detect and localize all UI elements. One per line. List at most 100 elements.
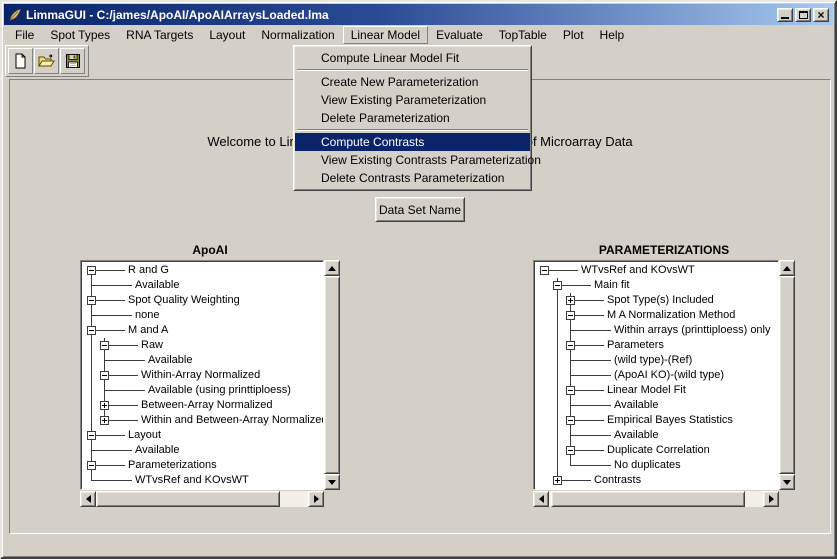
horizontal-scroll-thumb[interactable] bbox=[551, 491, 745, 507]
menu-item-delete-contrasts-parameterization[interactable]: Delete Contrasts Parameterization bbox=[295, 169, 530, 187]
tree-item[interactable]: M A Normalization Method bbox=[534, 308, 778, 323]
tree-item[interactable]: WTvsRef and KOvsWT bbox=[534, 263, 778, 278]
tree-line bbox=[570, 435, 611, 436]
tree-item[interactable]: Linear Model Fit bbox=[534, 383, 778, 398]
menu-item-view-existing-parameterization[interactable]: View Existing Parameterization bbox=[295, 91, 530, 109]
tree-item[interactable]: Available bbox=[534, 398, 778, 413]
tree-item[interactable]: Contrasts bbox=[534, 473, 778, 488]
maximize-button[interactable] bbox=[795, 8, 811, 22]
tree-item-label: Available (using printtiploess) bbox=[148, 384, 291, 396]
tree-item[interactable]: Duplicate Correlation bbox=[534, 443, 778, 458]
tree-item[interactable]: Within arrays (printtiploess) only bbox=[534, 323, 778, 338]
tree-item[interactable]: Within-Array Normalized bbox=[81, 368, 323, 383]
tree-item[interactable]: Layout bbox=[81, 428, 323, 443]
scroll-right-button[interactable] bbox=[308, 491, 324, 507]
close-icon: × bbox=[817, 10, 824, 20]
tree-item[interactable]: Available bbox=[534, 428, 778, 443]
menubar-item-file[interactable]: File bbox=[7, 26, 42, 44]
menubar-item-normalization[interactable]: Normalization bbox=[253, 26, 342, 44]
menubar-item-evaluate[interactable]: Evaluate bbox=[428, 26, 491, 44]
apoai-tree-title: ApoAI bbox=[80, 243, 340, 258]
collapse-toggle-icon[interactable] bbox=[566, 386, 575, 395]
collapse-toggle-icon[interactable] bbox=[566, 416, 575, 425]
collapse-toggle-icon[interactable] bbox=[87, 296, 96, 305]
tree-item[interactable]: Raw bbox=[81, 338, 323, 353]
vertical-scrollbar[interactable] bbox=[324, 260, 340, 490]
tree-item[interactable]: R and G bbox=[81, 263, 323, 278]
collapse-toggle-icon[interactable] bbox=[87, 431, 96, 440]
tree-item[interactable]: Available bbox=[81, 353, 323, 368]
tree-item[interactable]: Spot Quality Weighting bbox=[81, 293, 323, 308]
tree-line bbox=[91, 435, 125, 436]
tree-line bbox=[557, 383, 558, 398]
menubar-item-toptable[interactable]: TopTable bbox=[491, 26, 555, 44]
collapse-toggle-icon[interactable] bbox=[87, 461, 96, 470]
menubar-item-linear-model[interactable]: Linear Model bbox=[343, 26, 428, 44]
save-file-button[interactable] bbox=[60, 48, 85, 74]
scroll-left-button[interactable] bbox=[533, 491, 549, 507]
tree-canvas[interactable]: WTvsRef and KOvsWTMain fitSpot Type(s) I… bbox=[533, 260, 779, 490]
menu-item-compute-linear-model-fit[interactable]: Compute Linear Model Fit bbox=[295, 49, 530, 67]
collapse-toggle-icon[interactable] bbox=[566, 341, 575, 350]
tree-item[interactable]: Empirical Bayes Statistics bbox=[534, 413, 778, 428]
expand-toggle-icon[interactable] bbox=[553, 476, 562, 485]
menubar-item-layout[interactable]: Layout bbox=[201, 26, 253, 44]
tree-item[interactable]: WTvsRef and KOvsWT bbox=[81, 473, 323, 488]
menubar-item-rna-targets[interactable]: RNA Targets bbox=[118, 26, 201, 44]
tree-item[interactable]: Available (using printtiploess) bbox=[81, 383, 323, 398]
tree-item[interactable]: No duplicates bbox=[534, 458, 778, 473]
scroll-down-button[interactable] bbox=[324, 474, 340, 490]
tree-item[interactable]: (wild type)-(Ref) bbox=[534, 353, 778, 368]
tree-canvas[interactable]: R and GAvailableSpot Quality Weightingno… bbox=[80, 260, 324, 490]
tree-item[interactable]: Spot Type(s) Included bbox=[534, 293, 778, 308]
scroll-up-button[interactable] bbox=[779, 260, 795, 276]
expand-toggle-icon[interactable] bbox=[100, 401, 109, 410]
menu-item-view-existing-contrasts-parameterization[interactable]: View Existing Contrasts Parameterization bbox=[295, 151, 530, 169]
new-file-button[interactable] bbox=[8, 48, 33, 74]
tree-item[interactable]: Main fit bbox=[534, 278, 778, 293]
collapse-toggle-icon[interactable] bbox=[87, 266, 96, 275]
horizontal-scrollbar[interactable] bbox=[533, 491, 779, 507]
scroll-down-button[interactable] bbox=[779, 474, 795, 490]
tree-item[interactable]: M and A bbox=[81, 323, 323, 338]
vertical-scroll-thumb[interactable] bbox=[779, 276, 795, 474]
tree-item[interactable]: (ApoAI KO)-(wild type) bbox=[534, 368, 778, 383]
tree-item[interactable]: none bbox=[81, 308, 323, 323]
tree-line bbox=[570, 330, 611, 331]
tree-item[interactable]: Parameters bbox=[534, 338, 778, 353]
data-set-name-button[interactable]: Data Set Name bbox=[375, 197, 465, 222]
collapse-toggle-icon[interactable] bbox=[87, 326, 96, 335]
tree-item[interactable]: Within and Between-Array Normalized bbox=[81, 413, 323, 428]
tree-line bbox=[557, 443, 558, 458]
menu-item-delete-parameterization[interactable]: Delete Parameterization bbox=[295, 109, 530, 127]
scroll-left-button[interactable] bbox=[80, 491, 96, 507]
vertical-scroll-thumb[interactable] bbox=[324, 276, 340, 474]
tree-item[interactable]: Between-Array Normalized bbox=[81, 398, 323, 413]
menu-item-compute-contrasts[interactable]: Compute Contrasts bbox=[295, 133, 530, 151]
collapse-toggle-icon[interactable] bbox=[566, 311, 575, 320]
menubar-item-spot-types[interactable]: Spot Types bbox=[42, 26, 118, 44]
scroll-up-button[interactable] bbox=[324, 260, 340, 276]
collapse-toggle-icon[interactable] bbox=[566, 446, 575, 455]
minimize-button[interactable] bbox=[777, 8, 793, 22]
scroll-right-button[interactable] bbox=[763, 491, 779, 507]
collapse-toggle-icon[interactable] bbox=[100, 371, 109, 380]
titlebar[interactable]: LimmaGUI - C:/james/ApoAI/ApoAIArraysLoa… bbox=[4, 4, 833, 25]
open-file-button[interactable] bbox=[34, 48, 59, 74]
menubar-item-plot[interactable]: Plot bbox=[555, 26, 592, 44]
tree-item[interactable]: Available bbox=[81, 278, 323, 293]
collapse-toggle-icon[interactable] bbox=[553, 281, 562, 290]
close-button[interactable]: × bbox=[813, 8, 829, 22]
tree-item[interactable]: Parameterizations bbox=[81, 458, 323, 473]
expand-toggle-icon[interactable] bbox=[100, 416, 109, 425]
collapse-toggle-icon[interactable] bbox=[540, 266, 549, 275]
horizontal-scrollbar[interactable] bbox=[80, 491, 324, 507]
menubar-item-help[interactable]: Help bbox=[592, 26, 633, 44]
expand-toggle-icon[interactable] bbox=[566, 296, 575, 305]
tree-item[interactable]: Available bbox=[81, 443, 323, 458]
horizontal-scroll-thumb[interactable] bbox=[96, 491, 280, 507]
collapse-toggle-icon[interactable] bbox=[100, 341, 109, 350]
right-arrow-icon bbox=[314, 495, 319, 503]
menu-item-create-new-parameterization[interactable]: Create New Parameterization bbox=[295, 73, 530, 91]
vertical-scrollbar[interactable] bbox=[779, 260, 795, 490]
